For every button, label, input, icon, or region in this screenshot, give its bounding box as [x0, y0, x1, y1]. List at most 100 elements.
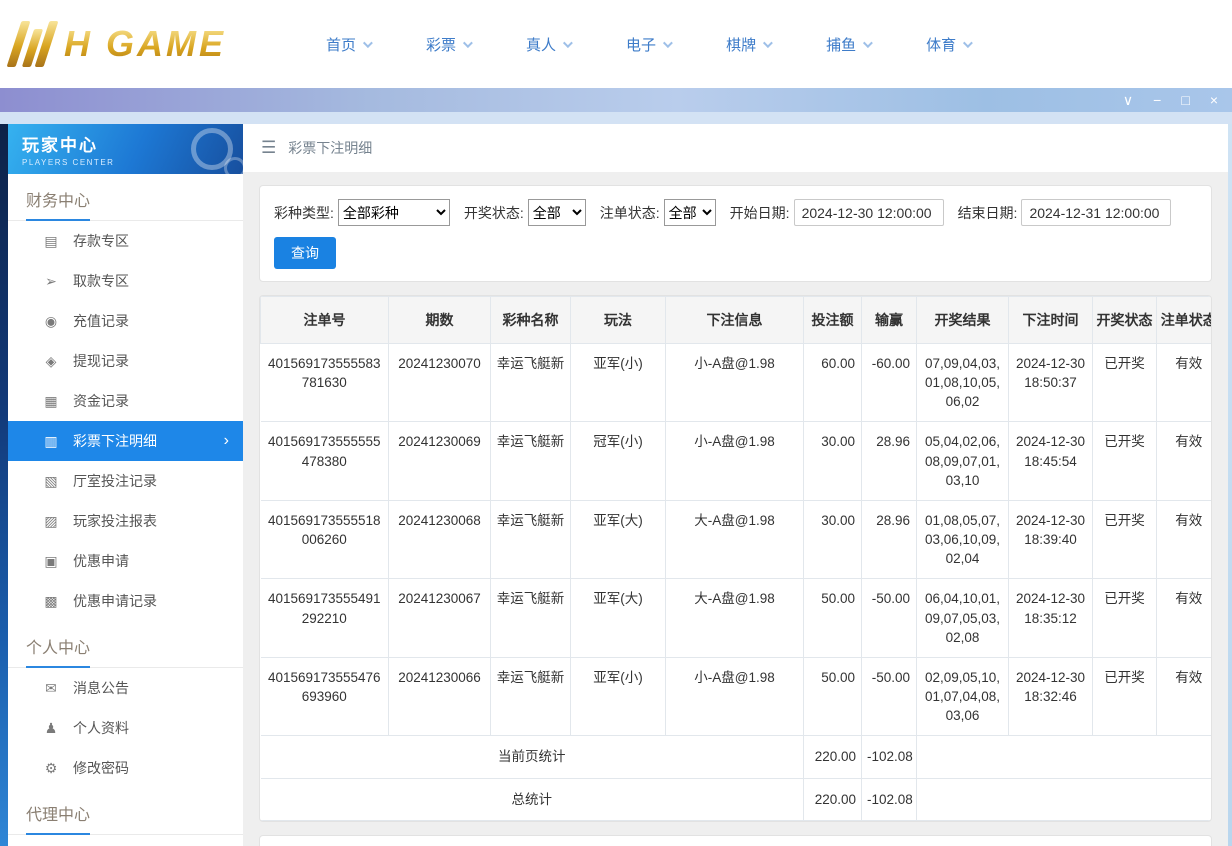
cell-draw-status: 已开奖 — [1093, 657, 1157, 735]
bets-table: 注单号期数彩种名称玩法下注信息投注额输赢开奖结果下注时间开奖状态注单状态 401… — [260, 296, 1212, 821]
cell-bet-time: 2024-12-30 18:32:46 — [1009, 657, 1093, 735]
logo: H GAME — [14, 21, 280, 67]
cell-play-type: 亚军(大) — [571, 579, 666, 657]
promo-apply-icon: ▣ — [42, 553, 60, 570]
section-finance-center: 财务中心 — [8, 174, 243, 221]
chevron-down-icon — [563, 38, 573, 48]
minimize-icon[interactable]: − — [1153, 93, 1161, 107]
menu-toggle-icon[interactable]: ☰ — [261, 138, 276, 158]
lottery-bet-detail-icon: ▥ — [42, 433, 60, 450]
close-icon[interactable]: × — [1210, 93, 1218, 107]
sidebar-item-label: 厅室投注记录 — [73, 471, 157, 491]
cell-order-status: 有效 — [1157, 344, 1213, 422]
sidebar-item[interactable]: ➢ 取款专区 — [8, 261, 243, 301]
sidebar-item-label: 彩票下注明细 — [73, 431, 157, 451]
chevron-down-icon — [663, 38, 673, 48]
sidebar-item[interactable]: ▨ 玩家投注报表 — [8, 501, 243, 541]
maximize-icon[interactable]: □ — [1181, 93, 1189, 107]
table-header-cell: 下注时间 — [1009, 297, 1093, 344]
table-row: 401569173555555478380 20241230069 幸运飞艇新 … — [261, 422, 1213, 500]
table-header-cell: 开奖结果 — [917, 297, 1009, 344]
end-date-label: 结束日期: — [958, 203, 1018, 223]
cell-draw-status: 已开奖 — [1093, 500, 1157, 578]
table-header-cell: 投注额 — [804, 297, 862, 344]
table-header-cell: 注单号 — [261, 297, 389, 344]
sidebar-item[interactable]: ◈ 提现记录 — [8, 341, 243, 381]
window-titlebar: ∨ − □ × — [0, 88, 1232, 112]
topnav-item[interactable]: 彩票 — [426, 34, 470, 55]
sidebar: 玩家中心 PLAYERS CENTER 财务中心 ▤ 存款专区 ➢ 取款专区 — [8, 124, 243, 846]
topnav-item[interactable]: 棋牌 — [726, 34, 770, 55]
topnav-item-label: 真人 — [526, 34, 556, 55]
chevron-down-icon — [363, 38, 373, 48]
search-button[interactable]: 查询 — [274, 237, 336, 269]
withdraw-record-icon: ◈ — [42, 353, 60, 370]
cell-lottery-name: 幸运飞艇新 — [491, 422, 571, 500]
cell-order-id: 401569173555491292210 — [261, 579, 389, 657]
deposit-icon: ▤ — [42, 233, 60, 250]
sidebar-item[interactable]: ▥ 彩票下注明细 › — [8, 421, 243, 461]
window-right-edge — [1228, 124, 1232, 846]
topnav-item[interactable]: 真人 — [526, 34, 570, 55]
hall-bet-record-icon: ▧ — [42, 473, 60, 490]
table-row: 401569173555476693960 20241230066 幸运飞艇新 … — [261, 657, 1213, 735]
table-header-cell: 输赢 — [862, 297, 917, 344]
cell-period: 20241230066 — [389, 657, 491, 735]
cell-bet-amount: 30.00 — [804, 422, 862, 500]
cell-lottery-name: 幸运飞艇新 — [491, 344, 571, 422]
topnav-item[interactable]: 电子 — [626, 34, 670, 55]
collapse-icon[interactable]: ∨ — [1123, 93, 1133, 107]
sidebar-item-label: 资金记录 — [73, 391, 129, 411]
cell-period: 20241230069 — [389, 422, 491, 500]
sidebar-item[interactable]: ▩ 优惠申请记录 — [8, 581, 243, 621]
cell-lottery-name: 幸运飞艇新 — [491, 500, 571, 578]
cell-win-loss: 28.96 — [862, 500, 917, 578]
cell-win-loss: 28.96 — [862, 422, 917, 500]
sidebar-item[interactable]: ▦ 资金记录 — [8, 381, 243, 421]
summary-label: 当前页统计 — [261, 736, 804, 778]
topnav-item[interactable]: 捕鱼 — [826, 34, 870, 55]
start-date-label: 开始日期: — [730, 203, 790, 223]
sidebar-item[interactable]: ▧ 厅室投注记录 — [8, 461, 243, 501]
sidebar-item[interactable]: ◉ 充值记录 — [8, 301, 243, 341]
player-bet-report-icon: ▨ — [42, 513, 60, 530]
sidebar-item-label: 优惠申请记录 — [73, 591, 157, 611]
cell-draw-result: 05,04,02,06,08,09,07,01,03,10 — [917, 422, 1009, 500]
summary-winloss-total: -102.08 — [862, 778, 917, 820]
cell-bet-info: 小-A盘@1.98 — [666, 657, 804, 735]
cell-draw-result: 06,04,10,01,09,07,05,03,02,08 — [917, 579, 1009, 657]
topnav-item[interactable]: 首页 — [326, 34, 370, 55]
chevron-down-icon — [463, 38, 473, 48]
sidebar-item[interactable]: ✉ 消息公告 — [8, 668, 243, 708]
sidebar-header: 玩家中心 PLAYERS CENTER — [8, 124, 243, 174]
order-status-select[interactable]: 全部 — [664, 199, 716, 226]
pagination-bar: 每页显示20条 共5条 首页 上一页 1 下一页 第 页 跳转 — [259, 835, 1212, 846]
logo-icon — [14, 21, 56, 67]
start-date-input[interactable] — [794, 199, 944, 226]
draw-status-select[interactable]: 全部 — [528, 199, 586, 226]
lottery-type-select[interactable]: 全部彩种 — [338, 199, 450, 226]
table-row: 401569173555491292210 20241230067 幸运飞艇新 … — [261, 579, 1213, 657]
cell-bet-info: 大-A盘@1.98 — [666, 579, 804, 657]
cell-bet-time: 2024-12-30 18:39:40 — [1009, 500, 1093, 578]
personal-menu: ✉ 消息公告 ♟ 个人资料 ⚙ 修改密码 — [8, 668, 243, 788]
end-date-input[interactable] — [1021, 199, 1171, 226]
current-page-summary-row: 当前页统计 220.00 -102.08 — [261, 736, 1213, 778]
cell-play-type: 亚军(小) — [571, 344, 666, 422]
withdraw-icon: ➢ — [42, 273, 60, 290]
sidebar-item[interactable]: ▤ 存款专区 — [8, 221, 243, 261]
top-bar: H GAME 首页 彩票 真人 电子 棋牌 — [0, 0, 1232, 88]
topnav-item[interactable]: 体育 — [926, 34, 970, 55]
cell-win-loss: -50.00 — [862, 657, 917, 735]
sidebar-item[interactable]: ♟ 个人资料 — [8, 708, 243, 748]
sidebar-item-label: 个人资料 — [73, 718, 129, 738]
logo-text: H GAME — [64, 23, 226, 65]
cell-win-loss: -50.00 — [862, 579, 917, 657]
cell-bet-amount: 60.00 — [804, 344, 862, 422]
chevron-right-icon: › — [224, 432, 229, 450]
sidebar-item[interactable]: ▣ 优惠申请 — [8, 541, 243, 581]
main-area: ☰ 彩票下注明细 彩种类型: 全部彩种 开奖状态: 全部 注单状态: — [243, 124, 1228, 846]
cell-bet-time: 2024-12-30 18:35:12 — [1009, 579, 1093, 657]
table-row: 401569173555583781630 20241230070 幸运飞艇新 … — [261, 344, 1213, 422]
sidebar-item[interactable]: ⚙ 修改密码 — [8, 748, 243, 788]
